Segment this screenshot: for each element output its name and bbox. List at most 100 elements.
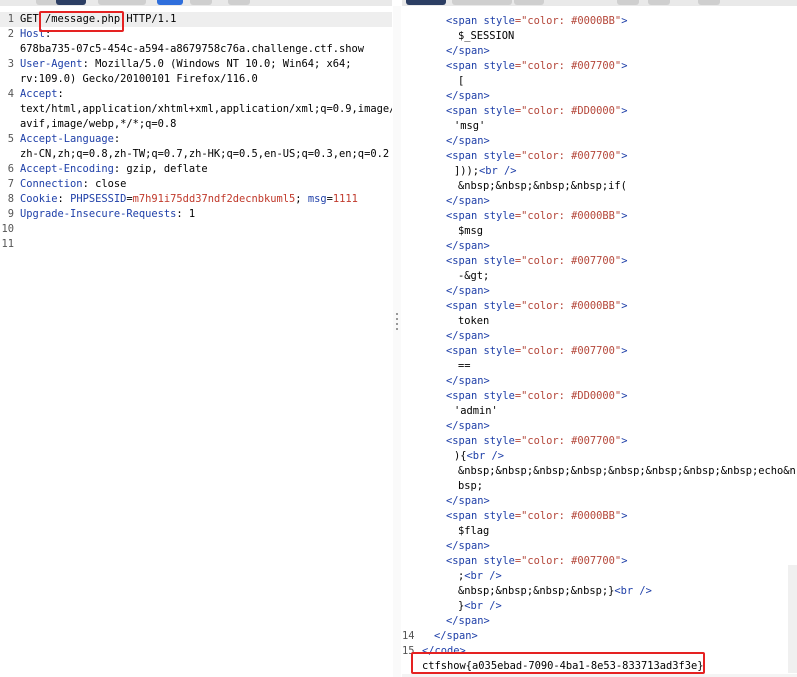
html-tag: <span bbox=[446, 555, 484, 567]
response-line[interactable]: &nbsp;&nbsp;&nbsp;&nbsp;&nbsp;&nbsp;&nbs… bbox=[402, 464, 797, 479]
response-line[interactable]: &nbsp;&nbsp;&nbsp;&nbsp;if( bbox=[402, 179, 797, 194]
response-line[interactable]: <span style="color: #DD0000"> bbox=[402, 389, 797, 404]
response-line[interactable]: -&gt; bbox=[402, 269, 797, 284]
response-scrollbar[interactable] bbox=[788, 565, 797, 673]
request-line[interactable]: 678ba735-07c5-454c-a594-a8679758c76a.cha… bbox=[0, 42, 392, 57]
response-line[interactable]: </span> bbox=[402, 419, 797, 434]
response-line[interactable]: <span style="color: #0000BB"> bbox=[402, 209, 797, 224]
response-line[interactable]: token bbox=[402, 314, 797, 329]
response-line[interactable]: <span style="color: #0000BB"> bbox=[402, 299, 797, 314]
toolbar-action-button[interactable] bbox=[157, 0, 183, 5]
response-line[interactable]: <span style="color: #0000BB"> bbox=[402, 509, 797, 524]
toolbar-tab-raw-response[interactable] bbox=[452, 0, 512, 5]
response-line[interactable]: 'admin' bbox=[402, 404, 797, 419]
header-value: : close bbox=[82, 178, 127, 190]
divider-grip-icon[interactable] bbox=[396, 313, 398, 331]
response-line[interactable]: </span> bbox=[402, 89, 797, 104]
response-line[interactable]: ){<br /> bbox=[402, 449, 797, 464]
response-line[interactable]: <span style="color: #007700"> bbox=[402, 59, 797, 74]
response-line[interactable]: </span> bbox=[402, 134, 797, 149]
response-line[interactable]: </span> bbox=[402, 284, 797, 299]
response-line[interactable]: 'msg' bbox=[402, 119, 797, 134]
response-line[interactable]: 14 </span> bbox=[402, 629, 797, 644]
response-line[interactable]: <span style="color: #007700"> bbox=[402, 434, 797, 449]
response-line-code: <span style="color: #DD0000"> bbox=[446, 104, 627, 119]
response-line[interactable]: ;<br /> bbox=[402, 569, 797, 584]
response-line[interactable]: == bbox=[402, 359, 797, 374]
response-line[interactable]: </span> bbox=[402, 494, 797, 509]
toolbar-tab-pretty-response[interactable] bbox=[406, 0, 446, 5]
response-line[interactable]: ]));<br /> bbox=[402, 164, 797, 179]
html-tag: </span> bbox=[446, 135, 490, 147]
html-tag: <span bbox=[446, 435, 484, 447]
toolbar-tab-raw[interactable] bbox=[56, 0, 86, 5]
response-line-code: </span> bbox=[446, 89, 490, 104]
toolbar-tab-hex-response[interactable] bbox=[514, 0, 544, 5]
request-line[interactable]: 9 Upgrade-Insecure-Requests: 1 bbox=[0, 207, 392, 222]
response-line[interactable]: <span style="color: #0000BB"> bbox=[402, 14, 797, 29]
html-tag: <span bbox=[446, 150, 484, 162]
response-line[interactable]: </span> bbox=[402, 374, 797, 389]
request-line[interactable]: 7 Connection: close bbox=[0, 177, 392, 192]
toolbar-menu-button-response[interactable] bbox=[698, 0, 720, 5]
response-line[interactable]: </span> bbox=[402, 539, 797, 554]
request-line[interactable]: 11 bbox=[0, 237, 392, 252]
line-number: 2 bbox=[7, 28, 14, 40]
response-line[interactable]: </span> bbox=[402, 44, 797, 59]
attribute-value: ="color: #0000BB" bbox=[514, 300, 622, 312]
html-tag: </span> bbox=[446, 495, 490, 507]
response-line-code: ;<br /> bbox=[458, 569, 502, 584]
response-line[interactable]: </span> bbox=[402, 239, 797, 254]
pane-divider[interactable] bbox=[393, 6, 401, 677]
response-line[interactable]: [ bbox=[402, 74, 797, 89]
request-line[interactable]: 5 Accept-Language: bbox=[0, 132, 392, 147]
header-name: Accept-Encoding bbox=[20, 163, 114, 175]
endpoint-highlight-box bbox=[39, 11, 124, 32]
request-line[interactable]: text/html,application/xhtml+xml,applicat… bbox=[0, 102, 392, 117]
response-line[interactable]: </span> bbox=[402, 194, 797, 209]
response-line[interactable]: &nbsp;&nbsp;&nbsp;&nbsp;}<br /> bbox=[402, 584, 797, 599]
header-value: 678ba735-07c5-454c-a594-a8679758c76a.cha… bbox=[20, 43, 365, 55]
code-text: -&gt; bbox=[458, 270, 490, 282]
html-attribute: style bbox=[483, 60, 515, 72]
response-line-code: </span> bbox=[446, 614, 490, 629]
html-tag: <span bbox=[446, 345, 484, 357]
toolbar-tab-hex[interactable] bbox=[98, 0, 146, 5]
toolbar-wrap-button-response[interactable] bbox=[648, 0, 670, 5]
toolbar-newline-button-response[interactable] bbox=[617, 0, 639, 5]
response-line[interactable]: <span style="color: #DD0000"> bbox=[402, 104, 797, 119]
response-line[interactable]: <span style="color: #007700"> bbox=[402, 554, 797, 569]
html-tag: <br /> bbox=[464, 600, 502, 612]
request-line[interactable]: zh-CN,zh;q=0.8,zh-TW;q=0.7,zh-HK;q=0.5,e… bbox=[0, 147, 392, 162]
response-viewer[interactable]: <span style="color: #0000BB"> $_SESSION </… bbox=[402, 6, 797, 677]
request-line[interactable]: 8 Cookie: PHPSESSID=m7h91i75dd37ndf2decnb… bbox=[0, 192, 392, 207]
response-line-code: == bbox=[458, 359, 471, 374]
request-line[interactable]: 10 bbox=[0, 222, 392, 237]
html-attribute: style bbox=[483, 15, 515, 27]
response-line[interactable]: <span style="color: #007700"> bbox=[402, 254, 797, 269]
attribute-value: ="color: #007700" bbox=[514, 255, 622, 267]
toolbar-newline-button[interactable] bbox=[190, 0, 212, 5]
response-line[interactable]: $msg bbox=[402, 224, 797, 239]
request-line-code: rv:109.0) Gecko/20100101 Firefox/116.0 bbox=[20, 72, 258, 87]
html-tag: > bbox=[621, 555, 628, 567]
response-line[interactable]: $flag bbox=[402, 524, 797, 539]
response-line[interactable]: $_SESSION bbox=[402, 29, 797, 44]
request-editor[interactable]: 1 GET /message.php HTTP/1.1 2 Host: 678ba735… bbox=[0, 6, 392, 677]
response-line[interactable]: }<br /> bbox=[402, 599, 797, 614]
code-text: == bbox=[458, 360, 471, 372]
response-line[interactable]: <span style="color: #007700"> bbox=[402, 344, 797, 359]
request-line[interactable]: 3 User-Agent: Mozilla/5.0 (Windows NT 10.… bbox=[0, 57, 392, 72]
response-line[interactable]: <span style="color: #007700"> bbox=[402, 149, 797, 164]
response-line[interactable]: </span> bbox=[402, 329, 797, 344]
request-line[interactable]: rv:109.0) Gecko/20100101 Firefox/116.0 bbox=[0, 72, 392, 87]
response-line-code: </span> bbox=[446, 239, 490, 254]
request-line[interactable]: 6 Accept-Encoding: gzip, deflate bbox=[0, 162, 392, 177]
html-tag: <span bbox=[446, 390, 484, 402]
request-line[interactable]: avif,image/webp,*/*;q=0.8 bbox=[0, 117, 392, 132]
code-text: $flag bbox=[458, 525, 490, 537]
toolbar-menu-button[interactable] bbox=[228, 0, 250, 5]
response-line[interactable]: </span> bbox=[402, 614, 797, 629]
response-line[interactable]: bsp; bbox=[402, 479, 797, 494]
request-line[interactable]: 4 Accept: bbox=[0, 87, 392, 102]
